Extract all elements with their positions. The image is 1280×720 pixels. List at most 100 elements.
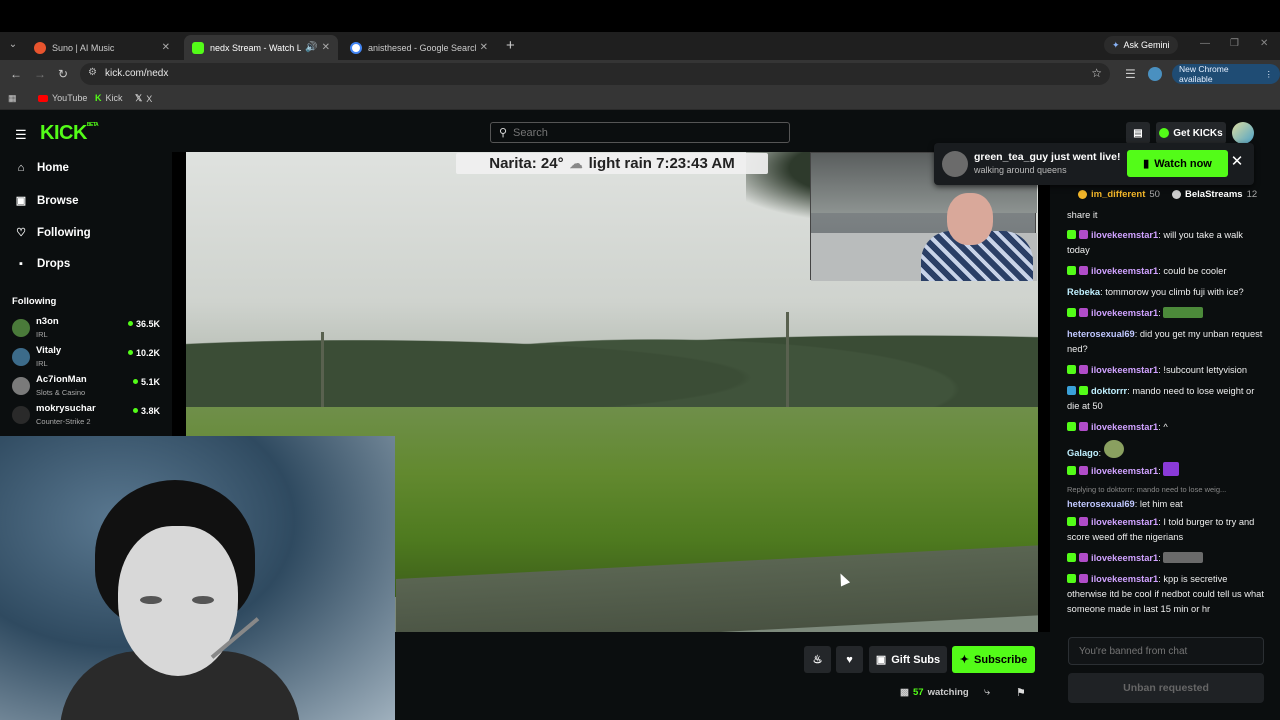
viewers-label: watching — [927, 687, 969, 698]
subscribe-label: Subscribe — [974, 653, 1028, 666]
followed-channel[interactable]: Vitaly IRL 10.2K — [12, 344, 160, 372]
live-dot-icon — [127, 321, 133, 326]
watch-now-button[interactable]: ▮ Watch now — [1127, 150, 1228, 177]
channel-name: Vitaly — [36, 345, 62, 356]
viewers-number: 57 — [912, 687, 924, 698]
media-queue-icon[interactable]: ☰ — [1125, 67, 1136, 81]
username[interactable]: heterosexual69 — [1067, 499, 1135, 509]
sidebar-item-browse[interactable]: ▣ Browse — [15, 194, 79, 208]
username[interactable]: heterosexual69 — [1067, 329, 1135, 339]
chat-input-box[interactable] — [1068, 637, 1264, 665]
user-avatar[interactable] — [1232, 122, 1254, 144]
close-tab-icon[interactable]: ✕ — [480, 42, 488, 53]
logo-beta: BETA — [86, 122, 99, 128]
close-tab-icon[interactable]: ✕ — [322, 42, 330, 53]
bookmark-x[interactable]: 𝕏 X — [135, 93, 152, 104]
tab-kick-nedx[interactable]: nedx Stream - Watch Live o 🔊 ✕ — [184, 35, 338, 60]
live-dot-icon — [127, 350, 133, 355]
search-input[interactable] — [513, 124, 783, 141]
new-tab-icon[interactable]: + — [506, 37, 515, 54]
username[interactable]: ilovekeemstar1 — [1091, 574, 1158, 584]
username[interactable]: ilovekeemstar1 — [1091, 553, 1158, 563]
sidebar-item-label: Drops — [37, 258, 71, 270]
notification-bell-icon[interactable]: ♨ — [804, 646, 831, 673]
search-box[interactable]: ⚲ — [490, 122, 790, 143]
back-arrow-icon[interactable]: ← — [10, 67, 22, 81]
bookmark-kick[interactable]: K Kick — [95, 93, 123, 103]
site-info-icon[interactable]: ⚙ — [88, 67, 97, 78]
profile-icon[interactable] — [1148, 67, 1162, 81]
tab-suno[interactable]: Suno | AI Music ✕ — [26, 35, 178, 60]
close-icon[interactable]: ✕ — [1227, 152, 1247, 174]
omnibox[interactable]: ⚙ kick.com/nedx ☆ — [80, 63, 1110, 85]
username[interactable]: Galago — [1067, 448, 1099, 458]
menu-icon[interactable]: ☰ — [15, 127, 27, 143]
chat-message: heterosexual69: did you get my unban req… — [1067, 329, 1263, 354]
username[interactable]: ilovekeemstar1 — [1091, 266, 1158, 276]
kicks-coin-icon — [1159, 128, 1170, 138]
weather-location: Narita: 24° — [489, 155, 564, 172]
gifter-badge-icon — [1078, 190, 1087, 199]
wallet-icon[interactable]: ▤ — [1126, 122, 1150, 144]
username[interactable]: doktorrr — [1091, 386, 1127, 396]
chat-message: ilovekeemstar1: I told burger to try and… — [1067, 517, 1255, 542]
close-tab-icon[interactable]: ✕ — [162, 42, 170, 53]
restore-icon[interactable]: ❐ — [1230, 38, 1239, 49]
followed-channel[interactable]: mokrysuchar Counter-Strike 2 3.8K — [12, 402, 160, 430]
pip-person-head — [947, 193, 993, 245]
username[interactable]: ilovekeemstar1 — [1091, 466, 1158, 476]
tab-search-chevron-icon[interactable]: ⌄ — [6, 39, 20, 53]
google-favicon-icon — [350, 41, 362, 54]
username[interactable]: ilovekeemstar1 — [1091, 365, 1158, 375]
get-kicks-button[interactable]: Get KICKs — [1156, 122, 1226, 144]
sidebar-item-drops[interactable]: ▪ Drops — [15, 258, 70, 270]
bookmark-label: Kick — [105, 93, 123, 103]
kick-logo[interactable]: KICKBETA — [40, 122, 99, 145]
top-gifter: BelaStreams 12 — [1172, 189, 1257, 200]
follow-heart-icon[interactable]: ♥ — [836, 646, 863, 673]
drops-icon: ▪ — [19, 258, 23, 270]
reload-icon[interactable]: ↻ — [58, 67, 68, 81]
apps-grid-icon[interactable]: ▦ — [8, 93, 17, 104]
sidebar-item-following[interactable]: ♡ Following — [15, 226, 91, 240]
chat-input[interactable] — [1069, 638, 1263, 664]
sidebar-item-label: Browse — [37, 194, 79, 207]
bookmark-youtube[interactable]: YouTube — [38, 93, 87, 103]
unban-requested-button[interactable]: Unban requested — [1068, 673, 1264, 703]
new-chrome-available-button[interactable]: New Chrome available ⋮ — [1172, 64, 1280, 84]
tab-google-search[interactable]: anisthesed - Google Search ✕ — [342, 35, 496, 60]
gifter-badge-icon — [1172, 190, 1181, 199]
minimize-icon[interactable]: — — [1200, 38, 1210, 49]
tab-label: Suno | AI Music — [52, 42, 115, 53]
viewer-count: 3.8K — [132, 406, 160, 416]
share-icon[interactable]: ⤷ — [984, 686, 990, 699]
username[interactable]: ilovekeemstar1 — [1091, 230, 1158, 240]
gift-subs-button[interactable]: ▣ Gift Subs — [869, 646, 947, 673]
webcam-overlay — [0, 436, 395, 720]
notification-title: green_tea_guy just went live! — [974, 151, 1121, 163]
bookmarks-bar: ▦ YouTube K Kick 𝕏 X — [0, 88, 1280, 110]
username[interactable]: ilovekeemstar1 — [1091, 517, 1158, 527]
logo-text: KICK — [40, 122, 87, 144]
bookmark-star-icon[interactable]: ☆ — [1091, 66, 1102, 80]
gifter-name: im_different — [1091, 189, 1146, 200]
report-icon[interactable]: ⚑ — [1016, 686, 1026, 699]
forward-arrow-icon[interactable]: → — [34, 67, 46, 81]
webcam-eye — [192, 596, 214, 604]
ask-gemini-button[interactable]: ✦ Ask Gemini — [1104, 36, 1178, 54]
sidebar-item-home[interactable]: ⌂ Home — [15, 162, 69, 174]
username[interactable]: ilovekeemstar1 — [1091, 422, 1158, 432]
emote-icon — [1163, 462, 1180, 476]
viewers-icon: ▩ — [900, 687, 909, 698]
followed-channel[interactable]: n3on IRL 36.5K — [12, 315, 160, 343]
username[interactable]: Rebeka — [1067, 287, 1100, 297]
youtube-icon — [38, 94, 48, 102]
sub-badge-icon — [1067, 308, 1076, 317]
username[interactable]: ilovekeemstar1 — [1091, 308, 1158, 318]
subscribe-button[interactable]: ✦ Subscribe — [952, 646, 1035, 673]
more-vert-icon: ⋮ — [1264, 68, 1274, 79]
followed-channel[interactable]: Ac7ionMan Slots & Casino 5.1K — [12, 373, 160, 401]
avatar — [12, 348, 30, 366]
close-window-icon[interactable]: ✕ — [1260, 38, 1268, 49]
sub-badge-icon — [1067, 517, 1076, 526]
